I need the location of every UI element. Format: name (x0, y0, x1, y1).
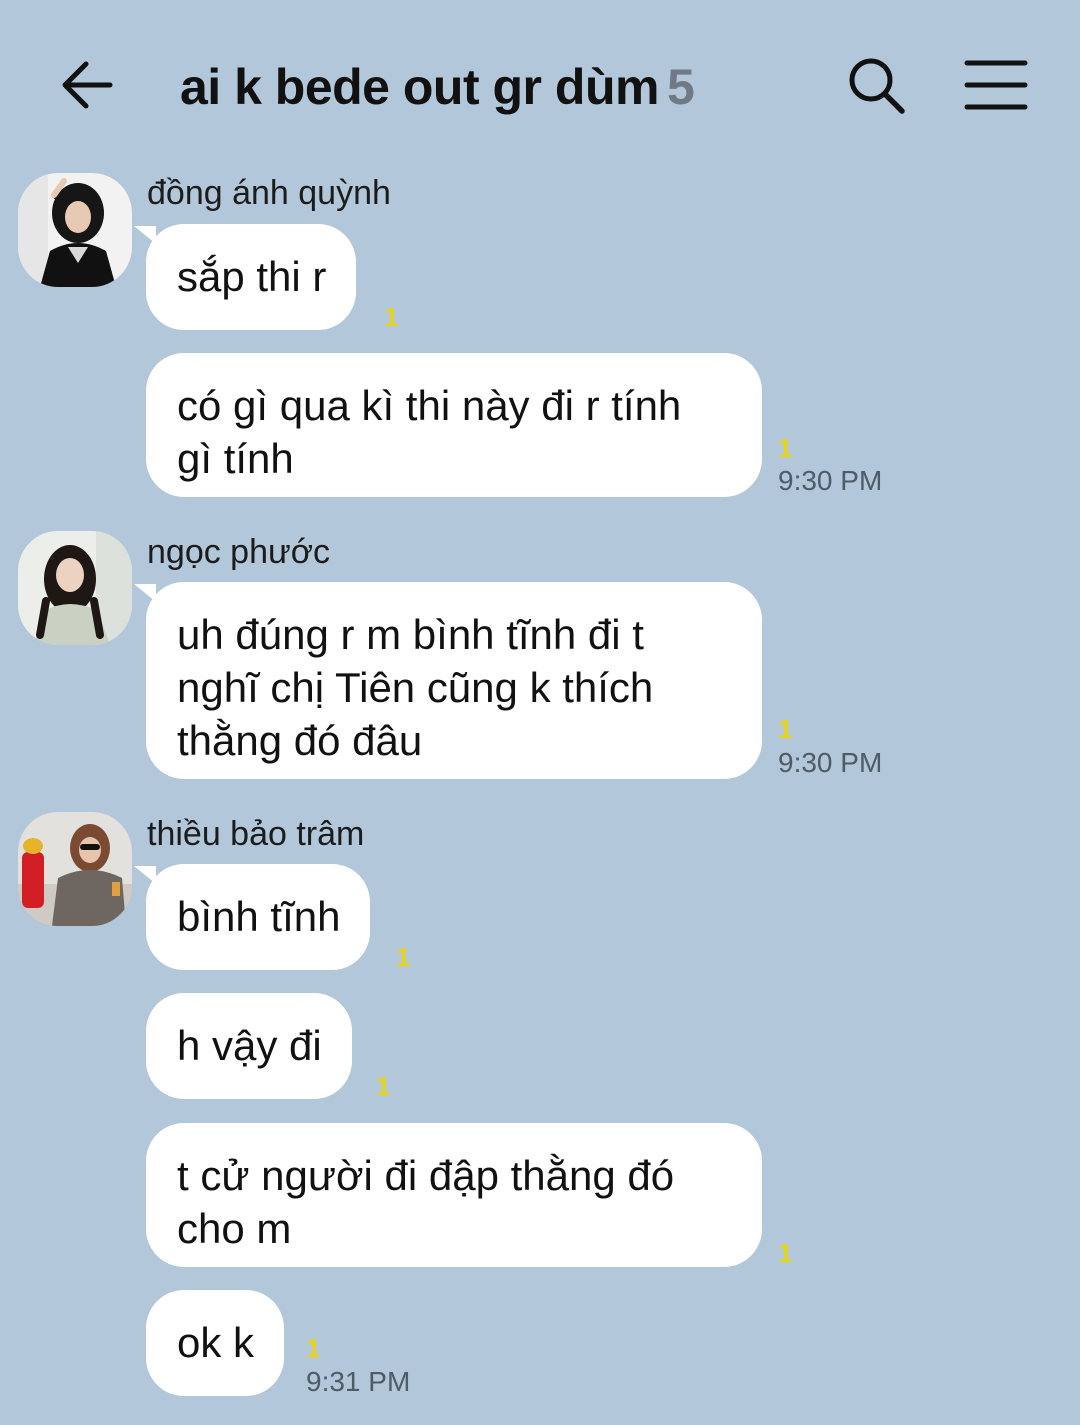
avatar[interactable] (18, 173, 132, 287)
unread-count: 1 (384, 302, 399, 332)
message-bubble[interactable]: t cử người đi đập thằng đó cho m (146, 1123, 762, 1267)
unread-count: 1 (306, 1333, 321, 1363)
message-bubble[interactable]: sắp thi r (133, 224, 357, 330)
unread-count: 1 (778, 714, 793, 744)
sender-name: ngọc phước (147, 533, 331, 571)
unread-count: 1 (778, 433, 793, 463)
sender-name: thiều bảo trâm (147, 815, 365, 853)
message-time: 9:30 PM (778, 747, 883, 778)
message-time: 9:31 PM (306, 1366, 411, 1397)
back-button[interactable] (58, 55, 118, 115)
message-time: 9:30 PM (778, 465, 883, 496)
member-count: 5 (666, 59, 695, 115)
avatar[interactable] (18, 812, 132, 926)
unread-count: 1 (376, 1071, 391, 1101)
sender-name: đồng ánh quỳnh (147, 174, 391, 212)
message-bubble[interactable]: h vậy đi (146, 993, 352, 1099)
chat-header: ai k bede out gr dùm 5 (0, 0, 1080, 170)
arrow-left-icon (62, 61, 113, 109)
unread-count: 1 (396, 942, 411, 972)
profile-photo-icon (18, 173, 132, 287)
message-bubble[interactable]: bình tĩnh (133, 864, 371, 970)
message-bubble[interactable]: có gì qua kì thi này đi r tính gì tính (146, 353, 762, 497)
avatar[interactable] (18, 531, 132, 645)
search-icon (849, 58, 905, 114)
menu-button[interactable] (964, 58, 1028, 112)
hamburger-menu-icon (964, 60, 1028, 110)
message-bubble[interactable]: ok k (146, 1290, 285, 1396)
chat-title-text: ai k bede out gr dùm (180, 59, 659, 115)
profile-photo-icon (18, 531, 132, 645)
unread-count: 1 (778, 1238, 793, 1268)
profile-photo-icon (18, 812, 132, 926)
search-button[interactable] (846, 55, 908, 117)
chat-title: ai k bede out gr dùm 5 (180, 58, 695, 116)
message-bubble[interactable]: uh đúng r m bình tĩnh đi t nghĩ chị Tiên… (134, 582, 762, 779)
